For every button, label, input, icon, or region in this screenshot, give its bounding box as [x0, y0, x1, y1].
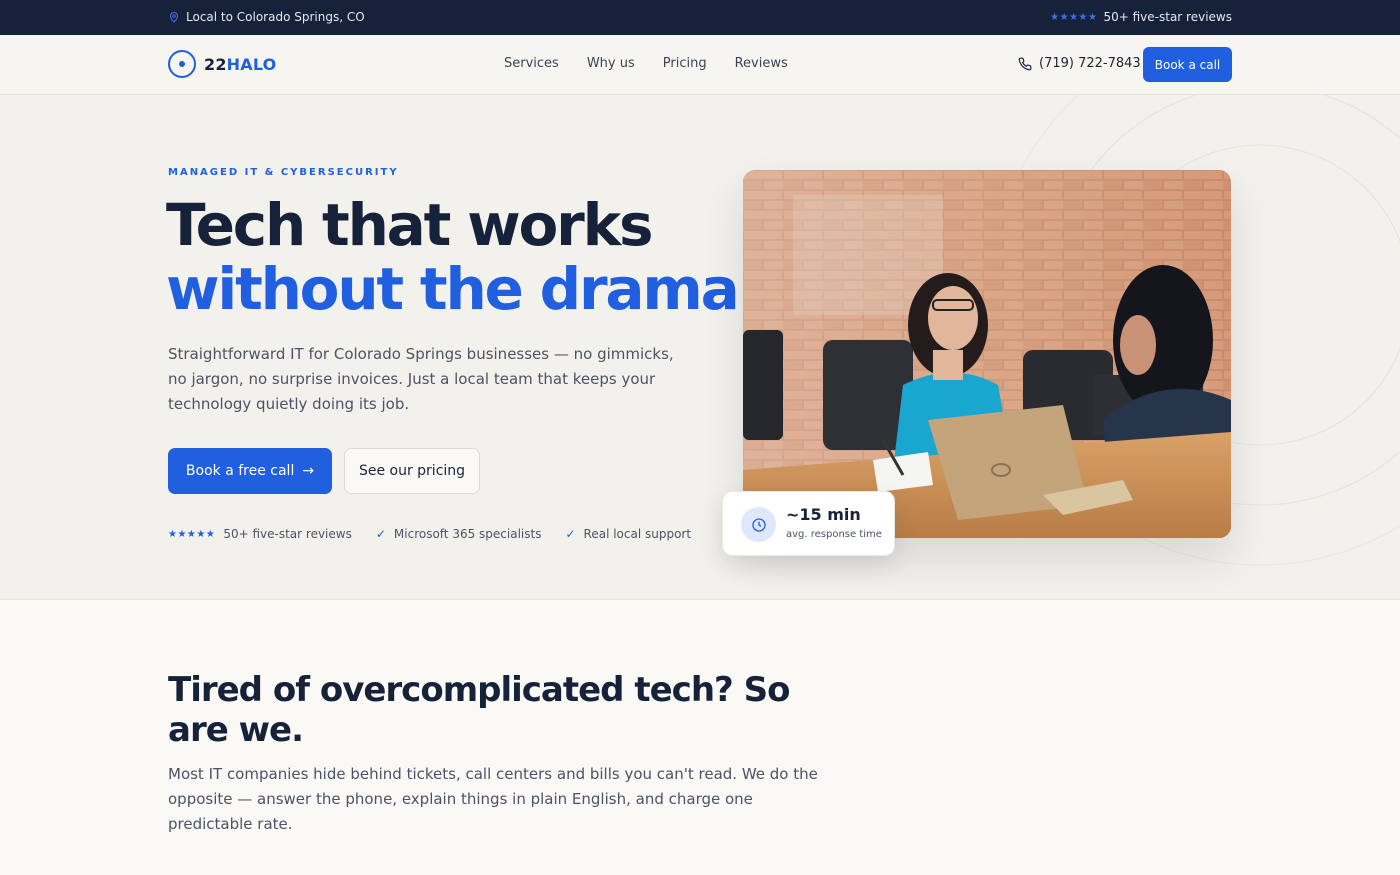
top-reviews: ★★★★★ 50+ five-star reviews — [1050, 10, 1232, 24]
response-time-badge: ~15 min avg. response time — [722, 491, 895, 556]
star-rating-icon: ★★★★★ — [168, 528, 216, 540]
logo-word: HALO — [226, 54, 277, 74]
response-time-label: avg. response time — [786, 529, 882, 540]
logo-number: 22 — [204, 54, 227, 74]
map-pin-icon — [169, 11, 179, 23]
office-meeting-illustration — [743, 170, 1231, 538]
trust-reviews: ★★★★★ 50+ five-star reviews — [168, 527, 352, 541]
main-nav: 22HALO Services Why us Pricing Reviews (… — [0, 35, 1400, 95]
logo[interactable]: 22HALO — [168, 50, 276, 78]
phone-icon — [1018, 57, 1032, 70]
clock-icon — [741, 507, 776, 542]
logo-text: 22HALO — [204, 55, 276, 74]
book-free-call-button[interactable]: Book a free call → — [168, 448, 332, 494]
location-info: Local to Colorado Springs, CO — [168, 10, 365, 24]
nav-link-services[interactable]: Services — [504, 56, 559, 71]
problem-heading: Tired of overcomplicated tech? So are we… — [168, 670, 790, 750]
hero-headline-line1: Tech that works — [166, 191, 653, 259]
star-rating-icon: ★★★★★ — [1050, 11, 1098, 23]
trust-row: ★★★★★ 50+ five-star reviews ✓ Microsoft … — [168, 527, 691, 541]
hero-eyebrow: MANAGED IT & CYBERSECURITY — [168, 167, 399, 178]
nav-link-why-us[interactable]: Why us — [587, 56, 635, 71]
check-icon: ✓ — [375, 527, 386, 541]
trust-m365: ✓ Microsoft 365 specialists — [376, 527, 542, 541]
hero-lead: Straightforward IT for Colorado Springs … — [168, 345, 674, 413]
see-pricing-button[interactable]: See our pricing — [344, 448, 480, 494]
trust-local-text: Real local support — [583, 527, 692, 541]
problem-body: Most IT companies hide behind tickets, c… — [168, 765, 818, 833]
hero-headline-line2: without the drama. — [166, 255, 760, 323]
nav-link-reviews[interactable]: Reviews — [735, 56, 788, 71]
nav-link-pricing[interactable]: Pricing — [663, 56, 707, 71]
phone-link[interactable]: (719) 722-7843 — [1018, 56, 1141, 71]
hero-photo — [743, 170, 1231, 538]
book-call-button[interactable]: Book a call — [1143, 47, 1232, 82]
response-time-value: ~15 min — [786, 505, 861, 524]
nav-menu: Services Why us Pricing Reviews — [504, 56, 788, 71]
book-free-call-label: Book a free call — [185, 463, 295, 479]
trust-reviews-text: 50+ five-star reviews — [223, 527, 352, 541]
phone-number: (719) 722-7843 — [1039, 56, 1141, 71]
top-info-bar: Local to Colorado Springs, CO ★★★★★ 50+ … — [0, 0, 1400, 35]
hero-section: MANAGED IT & CYBERSECURITY Tech that wor… — [0, 95, 1400, 600]
top-reviews-text: 50+ five-star reviews — [1103, 10, 1232, 24]
halo-logo-icon — [168, 50, 196, 78]
check-icon: ✓ — [565, 527, 576, 541]
problem-section: Tired of overcomplicated tech? So are we… — [0, 600, 1400, 875]
trust-m365-text: Microsoft 365 specialists — [393, 527, 542, 541]
arrow-right-icon: → — [302, 463, 315, 479]
location-text: Local to Colorado Springs, CO — [186, 10, 365, 24]
trust-local: ✓ Real local support — [565, 527, 691, 541]
hero-headline: Tech that works without the drama. — [166, 191, 760, 323]
